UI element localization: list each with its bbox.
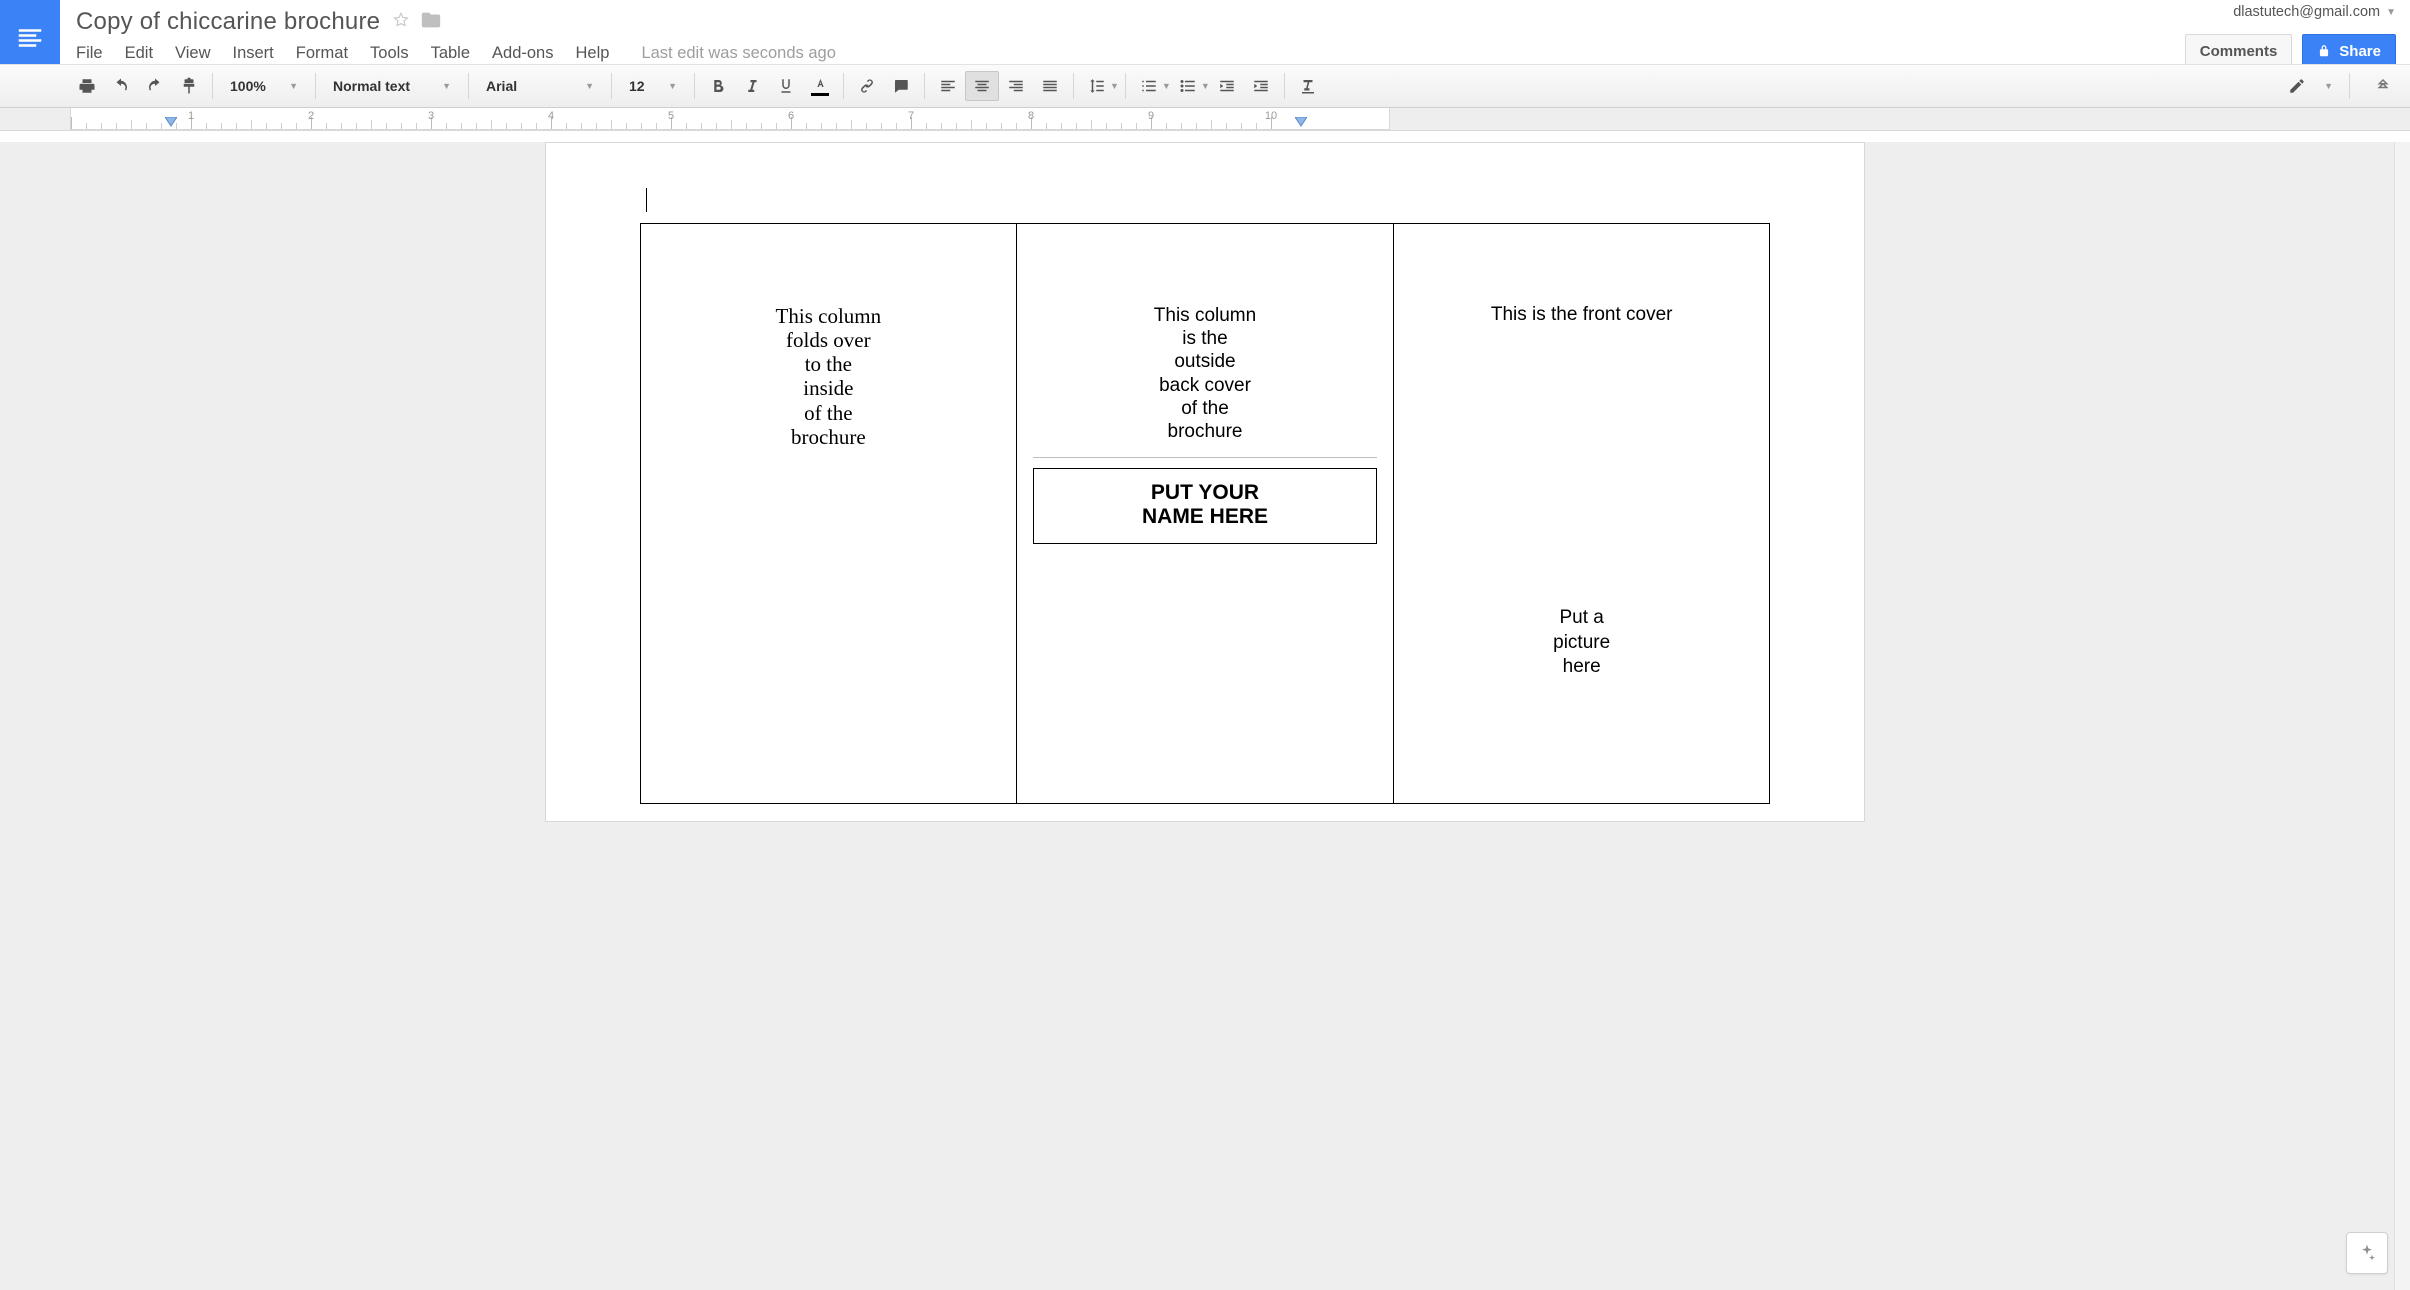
right-indent-marker[interactable] [1295, 117, 1307, 129]
paragraph-style-combo[interactable]: Normal text ▼ [322, 71, 462, 101]
align-left-button[interactable] [931, 71, 965, 101]
chevron-down-icon: ▼ [2324, 81, 2333, 91]
chevron-down-icon: ▼ [289, 81, 298, 91]
text-cursor [646, 188, 647, 212]
account-menu[interactable]: dlastutech@gmail.com ▼ [2233, 4, 2396, 20]
menu-tools[interactable]: Tools [370, 44, 409, 63]
redo-button[interactable] [138, 71, 172, 101]
font-combo[interactable]: Arial ▼ [475, 71, 605, 101]
menu-format[interactable]: Format [296, 44, 348, 63]
bold-button[interactable] [701, 71, 735, 101]
menu-edit[interactable]: Edit [125, 44, 153, 63]
document-scroll-area[interactable]: This columnfolds overto theinsideof theb… [0, 142, 2410, 1290]
italic-button[interactable] [735, 71, 769, 101]
bulleted-list-button[interactable] [1171, 71, 1205, 101]
undo-button[interactable] [104, 71, 138, 101]
chevron-down-icon: ▼ [668, 81, 677, 91]
zoom-combo[interactable]: 100% ▼ [219, 71, 309, 101]
horizontal-ruler[interactable]: 12345678910 [70, 108, 1390, 130]
font-value: Arial [486, 78, 517, 94]
menu-table[interactable]: Table [431, 44, 470, 63]
font-size-value: 12 [629, 78, 645, 94]
line-spacing-button[interactable] [1080, 71, 1114, 101]
page[interactable]: This columnfolds overto theinsideof theb… [545, 142, 1865, 822]
align-center-button[interactable] [965, 71, 999, 101]
toolbar: 100% ▼ Normal text ▼ Arial ▼ 12 ▼ [0, 64, 2410, 108]
share-button[interactable]: Share [2302, 34, 2396, 68]
name-box[interactable]: PUT YOUR NAME HERE [1033, 468, 1377, 544]
brochure-column-2[interactable]: This columnis theoutsideback coverof the… [1017, 224, 1394, 804]
increase-indent-button[interactable] [1244, 71, 1278, 101]
decrease-indent-button[interactable] [1210, 71, 1244, 101]
collapse-toolbar-button[interactable] [2366, 71, 2400, 101]
numbered-list-button[interactable] [1132, 71, 1166, 101]
star-icon[interactable] [392, 11, 410, 34]
menu-help[interactable]: Help [576, 44, 610, 63]
picture-placeholder-text[interactable]: Put apicturehere [1404, 606, 1760, 680]
divider [1033, 457, 1377, 458]
front-cover-text[interactable]: This is the front cover [1404, 304, 1760, 326]
vertical-scrollbar[interactable] [2394, 142, 2410, 1290]
table-row: This columnfolds overto theinsideof theb… [640, 224, 1770, 804]
menu-addons[interactable]: Add-ons [492, 44, 553, 63]
underline-button[interactable] [769, 71, 803, 101]
font-size-combo[interactable]: 12 ▼ [618, 71, 688, 101]
brochure-column-1[interactable]: This columnfolds overto theinsideof theb… [640, 224, 1017, 804]
document-title[interactable]: Copy of chiccarine brochure [74, 6, 382, 38]
menu-insert[interactable]: Insert [233, 44, 274, 63]
chevron-down-icon: ▼ [1201, 81, 1210, 91]
menu-view[interactable]: View [175, 44, 210, 63]
chevron-down-icon: ▼ [2386, 7, 2396, 18]
insert-comment-button[interactable] [884, 71, 918, 101]
column-2-text[interactable]: This columnis theoutsideback coverof the… [1027, 304, 1383, 443]
comments-button[interactable]: Comments [2185, 34, 2293, 68]
chevron-down-icon: ▼ [1110, 81, 1119, 91]
comments-label: Comments [2200, 43, 2278, 60]
menu-file[interactable]: File [76, 44, 103, 63]
move-to-folder-icon[interactable] [420, 9, 442, 36]
chevron-down-icon: ▼ [442, 81, 451, 91]
editing-mode-button[interactable] [2280, 71, 2314, 101]
account-email: dlastutech@gmail.com [2233, 4, 2380, 20]
lock-icon [2317, 44, 2331, 58]
left-indent-marker[interactable] [165, 117, 177, 129]
zoom-value: 100% [230, 78, 266, 94]
brochure-table[interactable]: This columnfolds overto theinsideof theb… [640, 223, 1771, 804]
column-1-text[interactable]: This columnfolds overto theinsideof theb… [651, 304, 1007, 449]
last-edit-text[interactable]: Last edit was seconds ago [641, 44, 835, 63]
print-button[interactable] [70, 71, 104, 101]
align-justify-button[interactable] [1033, 71, 1067, 101]
align-right-button[interactable] [999, 71, 1033, 101]
menubar: File Edit View Insert Format Tools Table… [74, 38, 2410, 63]
share-label: Share [2339, 43, 2381, 60]
explore-button[interactable] [2346, 1232, 2388, 1274]
paint-format-button[interactable] [172, 71, 206, 101]
clear-formatting-button[interactable] [1291, 71, 1325, 101]
name-box-line2: NAME HERE [1040, 505, 1370, 529]
chevron-down-icon: ▼ [585, 81, 594, 91]
brochure-column-3[interactable]: This is the front cover Put apicturehere [1393, 224, 1770, 804]
text-color-button[interactable] [803, 71, 837, 101]
paragraph-style-value: Normal text [333, 78, 410, 94]
chevron-down-icon: ▼ [1162, 81, 1171, 91]
name-box-line1: PUT YOUR [1040, 481, 1370, 505]
insert-link-button[interactable] [850, 71, 884, 101]
